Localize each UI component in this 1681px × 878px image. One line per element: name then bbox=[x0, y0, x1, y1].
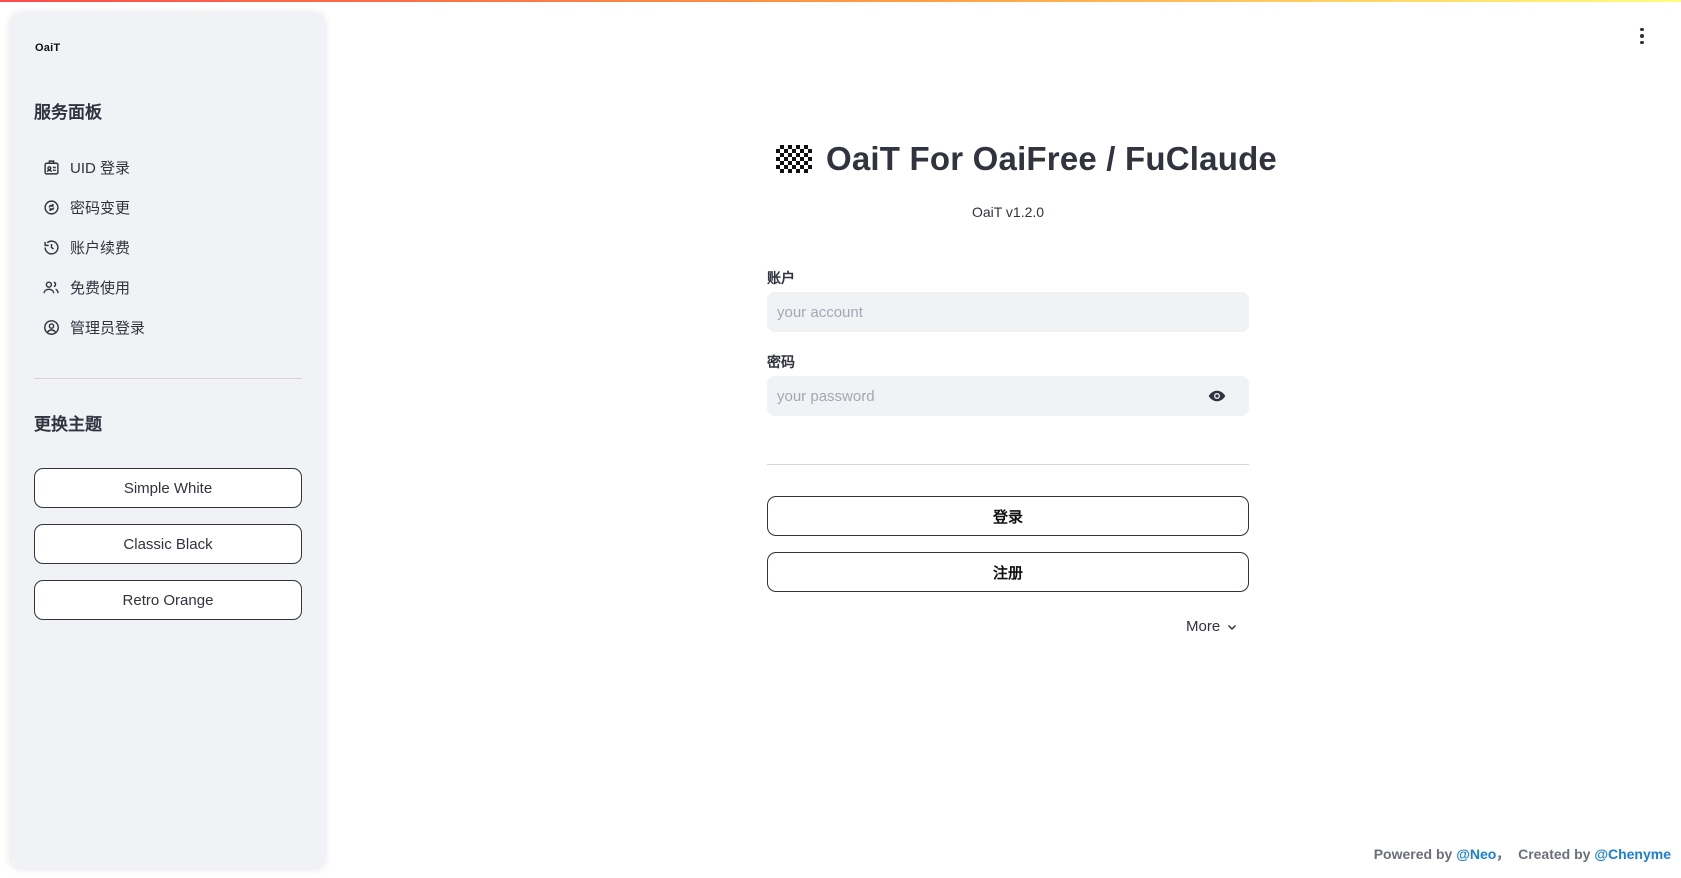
page-title-row: OaiT For OaiFree / FuClaude bbox=[776, 140, 1277, 178]
password-field-wrapper bbox=[767, 376, 1249, 416]
users-icon bbox=[42, 278, 60, 296]
sidebar-item-label: 管理员登录 bbox=[70, 319, 146, 337]
main-menu-kebab-icon[interactable] bbox=[1632, 24, 1652, 48]
sidebar-item-label: UID 登录 bbox=[70, 159, 131, 177]
account-circle-icon bbox=[42, 318, 60, 336]
sidebar-item-password-change[interactable]: 密码变更 bbox=[42, 187, 302, 227]
id-card-icon bbox=[42, 158, 60, 176]
theme-simple-white-button[interactable]: Simple White bbox=[34, 468, 302, 508]
sidebar-item-admin-login[interactable]: 管理员登录 bbox=[42, 307, 302, 347]
login-button[interactable]: 登录 bbox=[767, 496, 1249, 536]
account-field-wrapper bbox=[767, 292, 1249, 332]
more-toggle[interactable]: More bbox=[1186, 618, 1238, 635]
chenyme-link[interactable]: @Chenyme bbox=[1594, 846, 1671, 862]
register-button[interactable]: 注册 bbox=[767, 552, 1249, 592]
page-title: OaiT For OaiFree / FuClaude bbox=[826, 140, 1277, 177]
sidebar-divider bbox=[34, 378, 302, 379]
form-divider bbox=[767, 464, 1249, 465]
sidebar-item-uid-login[interactable]: UID 登录 bbox=[42, 147, 302, 187]
footer-separator: ， bbox=[1496, 846, 1511, 862]
sidebar: OaiT 服务面板 UID 登录 密码变更 账户续费 免费使用 管理员登录 更换… bbox=[9, 12, 326, 870]
account-label: 账户 bbox=[767, 270, 795, 286]
neo-link[interactable]: @Neo bbox=[1456, 846, 1496, 862]
chevron-down-icon bbox=[1228, 624, 1237, 630]
sidebar-item-label: 免费使用 bbox=[70, 279, 131, 297]
sidebar-item-label: 账户续费 bbox=[70, 239, 131, 257]
top-gradient-bar bbox=[0, 0, 1681, 2]
show-password-eye-icon[interactable] bbox=[1207, 387, 1227, 405]
history-icon bbox=[42, 238, 60, 256]
sidebar-nav: UID 登录 密码变更 账户续费 免费使用 管理员登录 bbox=[42, 147, 302, 347]
sidebar-logo: OaiT bbox=[35, 42, 61, 54]
sidebar-item-label: 密码变更 bbox=[70, 199, 131, 217]
checkered-flag-icon bbox=[776, 145, 812, 173]
footer-credits: Powered by @Neo， Created by @Chenyme bbox=[1374, 844, 1671, 864]
more-label: More bbox=[1186, 618, 1221, 635]
theme-classic-black-button[interactable]: Classic Black bbox=[34, 524, 302, 564]
password-reset-icon bbox=[42, 198, 60, 216]
theme-section-title: 更换主题 bbox=[34, 415, 102, 434]
account-input[interactable] bbox=[767, 292, 1249, 332]
footer-created-by: Created by bbox=[1518, 846, 1591, 862]
service-panel-title: 服务面板 bbox=[34, 103, 102, 122]
sidebar-item-renewal[interactable]: 账户续费 bbox=[42, 227, 302, 267]
password-label: 密码 bbox=[767, 354, 795, 370]
theme-retro-orange-button[interactable]: Retro Orange bbox=[34, 580, 302, 620]
footer-powered-by: Powered by bbox=[1373, 846, 1453, 862]
version-label: OaiT v1.2.0 bbox=[971, 204, 1045, 220]
sidebar-item-free-use[interactable]: 免费使用 bbox=[42, 267, 302, 307]
password-input[interactable] bbox=[767, 376, 1249, 416]
